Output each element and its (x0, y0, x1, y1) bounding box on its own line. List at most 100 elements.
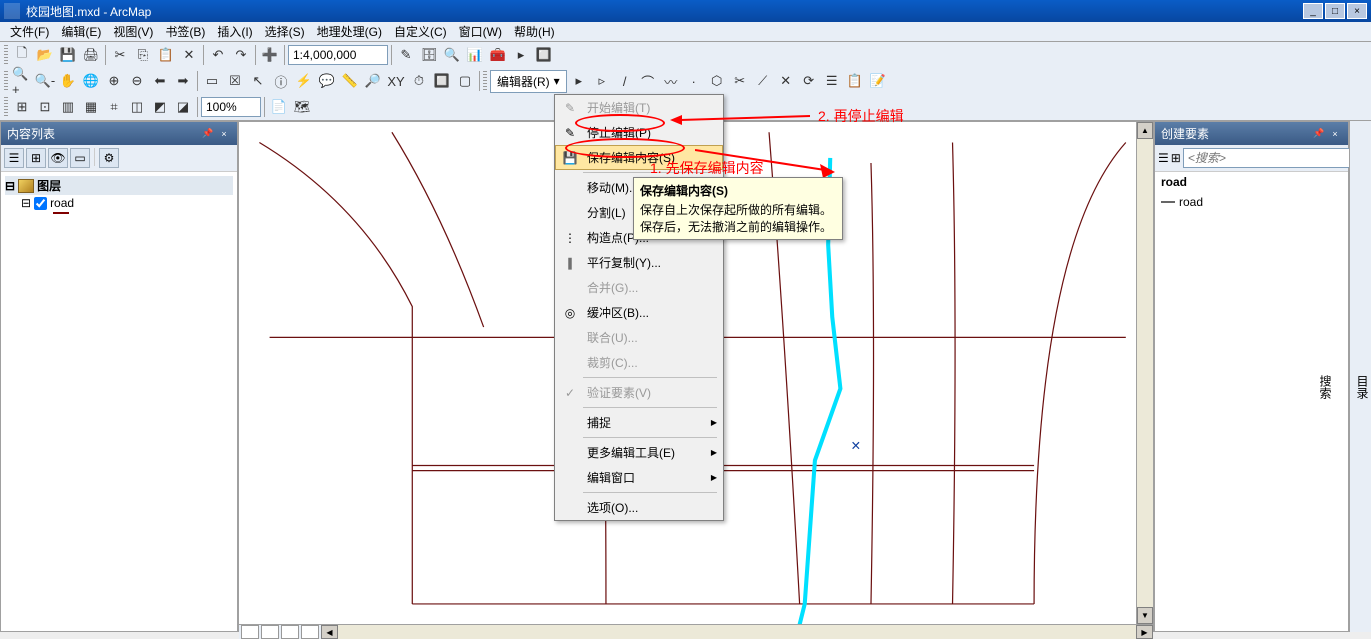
hyperlink-icon[interactable]: ⚡ (293, 70, 315, 92)
pause-tab[interactable] (301, 625, 319, 639)
zoom-percent[interactable]: 100% (201, 97, 261, 117)
rotate-icon[interactable]: ⟳ (798, 70, 820, 92)
sketch-props-icon[interactable]: 📋 (844, 70, 866, 92)
fixed-zoom-in-icon[interactable]: ⊕ (103, 70, 125, 92)
toc-symbol[interactable] (5, 211, 233, 215)
layout-icon[interactable]: 📄 (268, 96, 290, 118)
panel-close-icon[interactable]: × (1328, 127, 1342, 141)
menu-merge[interactable]: 合并(G)... (555, 275, 723, 300)
georef-icon[interactable]: ◪ (172, 96, 194, 118)
georef-icon[interactable]: ◫ (126, 96, 148, 118)
pan-icon[interactable]: ✋ (57, 70, 79, 92)
scale-input[interactable]: 1:4,000,000 (288, 45, 388, 65)
menu-buffer[interactable]: ◎缓冲区(B)... (555, 300, 723, 325)
catalog-tab[interactable]: 目录 (1354, 375, 1371, 399)
redo-icon[interactable]: ↷ (230, 44, 252, 66)
data-view-icon[interactable]: 🗺 (291, 96, 313, 118)
menu-view[interactable]: 视图(V) (107, 21, 159, 42)
menu-options[interactable]: 选项(O)... (555, 495, 723, 520)
template-item[interactable]: road (1155, 192, 1348, 212)
layout-view-tab[interactable] (261, 625, 279, 639)
toc-layer[interactable]: ⊟ road (5, 195, 233, 211)
expand-icon[interactable]: ⊟ (5, 179, 15, 193)
menu-edit[interactable]: 编辑(E) (55, 21, 107, 42)
menu-insert[interactable]: 插入(I) (211, 21, 258, 42)
trace-icon[interactable]: 〰 (660, 70, 682, 92)
delete-icon[interactable]: ✕ (178, 44, 200, 66)
print-icon[interactable]: 🖨 (80, 44, 102, 66)
panel-pin-icon[interactable]: 📌 (201, 127, 215, 141)
georef-icon[interactable]: ◩ (149, 96, 171, 118)
menu-select[interactable]: 选择(S) (259, 21, 311, 42)
georef-icon[interactable]: ⊞ (11, 96, 33, 118)
measure-icon[interactable]: 📏 (339, 70, 361, 92)
minimize-button[interactable]: _ (1303, 3, 1323, 19)
refresh-tab[interactable] (281, 625, 299, 639)
menu-help[interactable]: 帮助(H) (508, 21, 561, 42)
point-icon[interactable]: · (683, 70, 705, 92)
list-by-source-icon[interactable]: ⊞ (26, 148, 46, 168)
select-icon[interactable]: ▭ (201, 70, 223, 92)
modelbuilder-icon[interactable]: 🔲 (533, 44, 555, 66)
python-icon[interactable]: ▸ (510, 44, 532, 66)
toolbar-grip[interactable] (4, 71, 8, 91)
xy-icon[interactable]: XY (385, 70, 407, 92)
editor-dropdown-button[interactable]: 编辑器(R)▾ (490, 70, 567, 93)
menu-bookmarks[interactable]: 书签(B) (159, 21, 211, 42)
search-tab[interactable]: 搜索 (1317, 375, 1334, 399)
menu-union[interactable]: 联合(U)... (555, 325, 723, 350)
toc-root[interactable]: ⊟ 图层 (5, 176, 233, 195)
menu-customize[interactable]: 自定义(C) (388, 21, 453, 42)
data-view-tab[interactable] (241, 625, 259, 639)
undo-icon[interactable]: ↶ (207, 44, 229, 66)
prev-extent-icon[interactable]: ⬅ (149, 70, 171, 92)
search-icon[interactable]: 🔍 (441, 44, 463, 66)
horizontal-scrollbar[interactable]: ◀ ▶ (239, 624, 1153, 639)
options-icon[interactable]: ⚙ (99, 148, 119, 168)
close-button[interactable]: × (1347, 3, 1367, 19)
toolbox-icon[interactable]: 🧰 (487, 44, 509, 66)
menu-clip[interactable]: 裁剪(C)... (555, 350, 723, 375)
menu-window[interactable]: 窗口(W) (453, 21, 508, 42)
paste-icon[interactable]: 📋 (155, 44, 177, 66)
vertical-scrollbar[interactable]: ▲ ▼ (1136, 122, 1153, 624)
menu-file[interactable]: 文件(F) (4, 21, 55, 42)
create-features-icon[interactable]: 📝 (867, 70, 889, 92)
time-slider-icon[interactable]: ⏱ (408, 70, 430, 92)
toolbar-grip[interactable] (4, 97, 8, 117)
menu-validate[interactable]: ✓验证要素(V) (555, 380, 723, 405)
template-search[interactable] (1183, 148, 1350, 168)
expand-icon[interactable]: ⊟ (21, 196, 31, 210)
toolbar-grip[interactable] (4, 45, 8, 65)
cut-polygon-icon[interactable]: ⟋ (752, 70, 774, 92)
save-icon[interactable]: 💾 (57, 44, 79, 66)
menu-geoprocessing[interactable]: 地理处理(G) (311, 21, 388, 42)
find-icon[interactable]: 🔎 (362, 70, 384, 92)
arccatalog-icon[interactable]: 📊 (464, 44, 486, 66)
viewer-icon[interactable]: 🔲 (431, 70, 453, 92)
editor-toolbar-icon[interactable]: ✎ (395, 44, 417, 66)
scroll-left-icon[interactable]: ◀ (321, 625, 338, 639)
georef-icon[interactable]: ⊡ (34, 96, 56, 118)
next-extent-icon[interactable]: ➡ (172, 70, 194, 92)
menu-snapping[interactable]: 捕捉▶ (555, 410, 723, 435)
panel-pin-icon[interactable]: 📌 (1312, 127, 1326, 141)
toolbar-grip[interactable] (483, 71, 487, 91)
edit-tool-icon[interactable]: ▸ (568, 70, 590, 92)
organize-templates-icon[interactable]: ⊞ (1171, 151, 1181, 165)
maximize-button[interactable]: □ (1325, 3, 1345, 19)
edit-vertices-icon[interactable]: ⬡ (706, 70, 728, 92)
deselect-icon[interactable]: ☒ (224, 70, 246, 92)
zoom-in-icon[interactable]: 🔍+ (11, 70, 33, 92)
cut-icon[interactable]: ✂ (109, 44, 131, 66)
template-view-icon[interactable]: ☰ (1158, 151, 1169, 165)
menu-stop-editing[interactable]: ✎停止编辑(P) (555, 120, 723, 145)
georef-icon[interactable]: ▥ (57, 96, 79, 118)
edit-annotation-icon[interactable]: ▹ (591, 70, 613, 92)
attributes-icon[interactable]: ☰ (821, 70, 843, 92)
straight-segment-icon[interactable]: / (614, 70, 636, 92)
fixed-zoom-out-icon[interactable]: ⊖ (126, 70, 148, 92)
list-by-visibility-icon[interactable]: 👁 (48, 148, 68, 168)
scroll-right-icon[interactable]: ▶ (1136, 625, 1153, 639)
menu-more-tools[interactable]: 更多编辑工具(E)▶ (555, 440, 723, 465)
